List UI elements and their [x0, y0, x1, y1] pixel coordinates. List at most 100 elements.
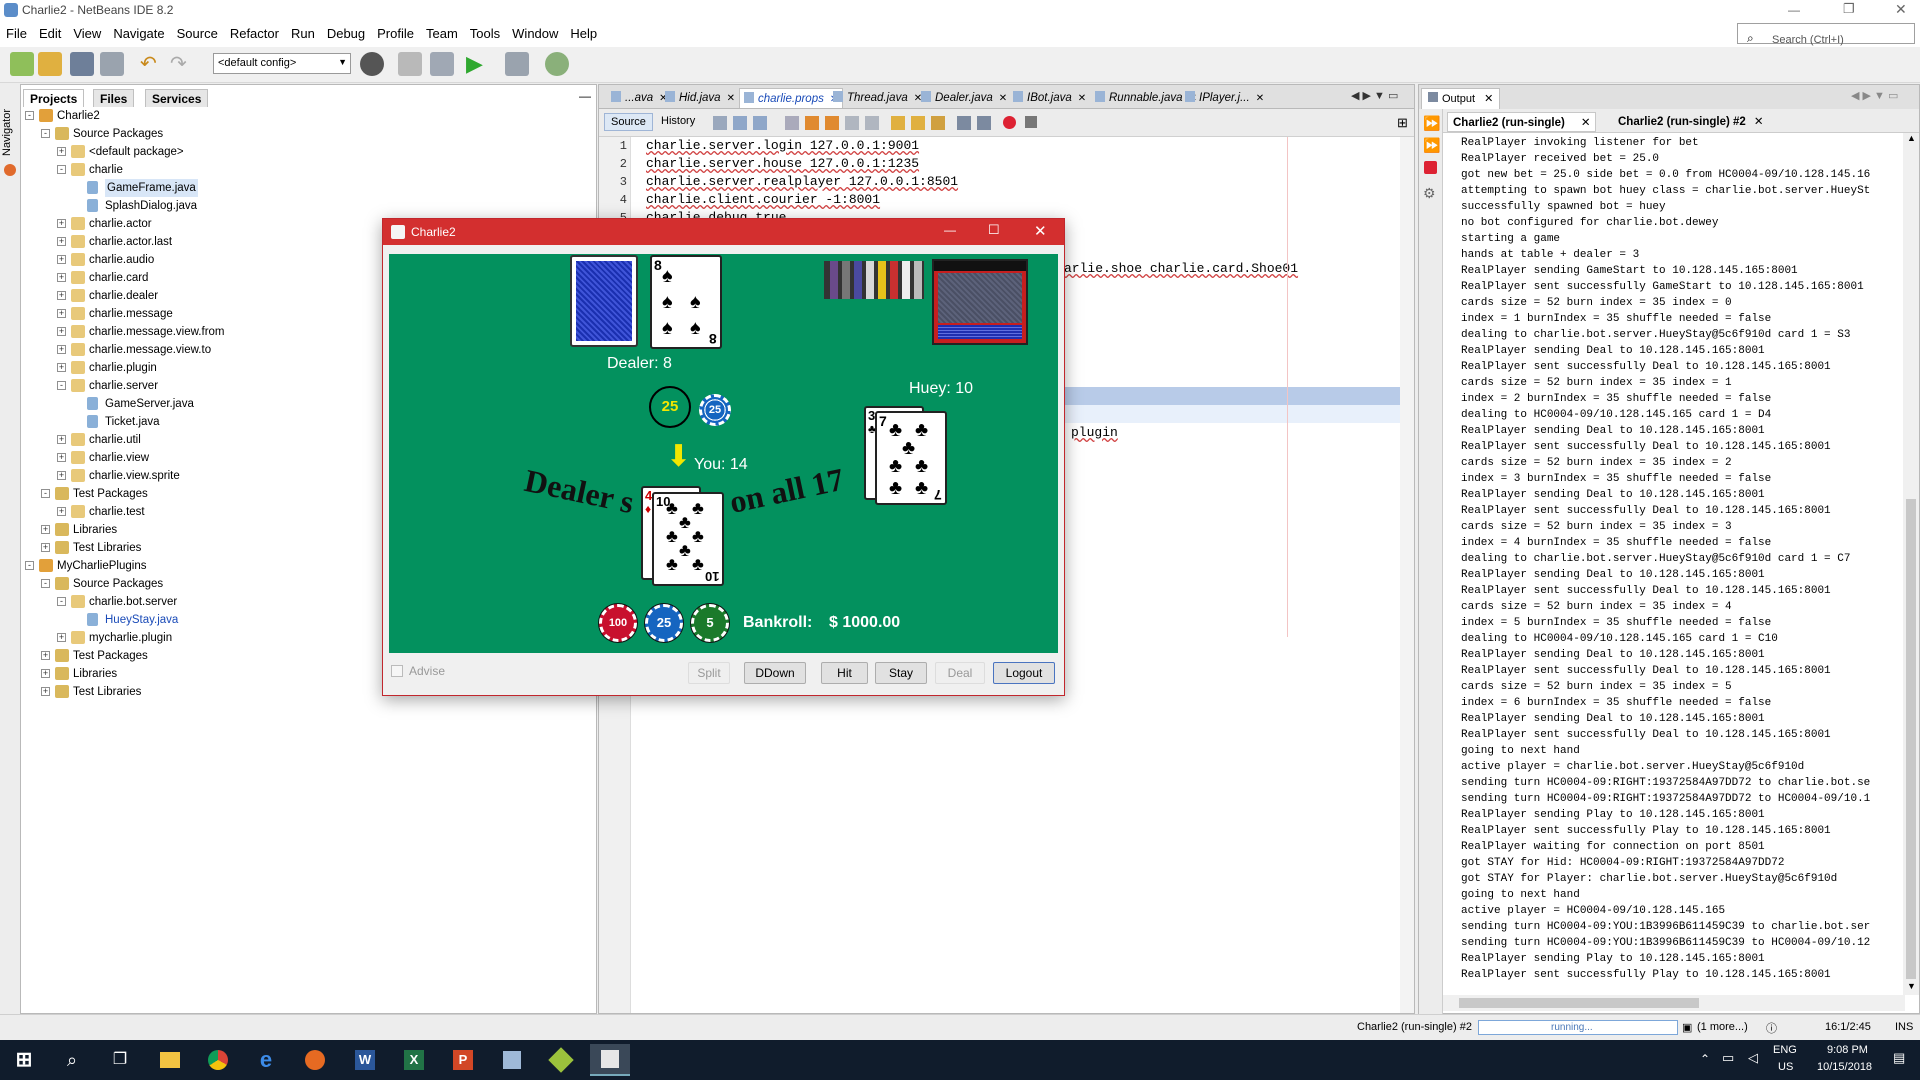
macro-stop-icon[interactable]: [1025, 116, 1037, 128]
status-more[interactable]: (1 more...): [1697, 1021, 1748, 1033]
editor-tab[interactable]: Thread.java ✕: [829, 88, 926, 108]
editor-tab[interactable]: IPlayer.j... ✕: [1181, 88, 1268, 108]
collapse-icon[interactable]: -: [57, 165, 66, 174]
network-icon[interactable]: ▭: [1722, 1050, 1734, 1066]
editor-tab[interactable]: charlie.props✕: [739, 88, 844, 108]
expand-icon[interactable]: +: [57, 507, 66, 516]
scroll-down-icon[interactable]: ▼: [1907, 981, 1916, 991]
debug-icon[interactable]: [505, 52, 529, 76]
menu-source[interactable]: Source: [171, 21, 224, 47]
shift-right-icon[interactable]: [977, 116, 991, 130]
output-console[interactable]: RealPlayer invoking listener for bet Real…: [1461, 135, 1901, 995]
tree-node[interactable]: - Charlie2: [21, 107, 581, 125]
double-down-button[interactable]: DDown: [744, 662, 806, 684]
tree-node[interactable]: + <default package>: [21, 143, 581, 161]
search-box[interactable]: ⌕ Search (Ctrl+I): [1737, 23, 1915, 46]
expand-icon[interactable]: +: [57, 453, 66, 462]
excel-icon[interactable]: X: [394, 1044, 434, 1076]
run-icon[interactable]: ▶: [466, 52, 490, 76]
word-icon[interactable]: W: [345, 1044, 385, 1076]
shift-left-icon[interactable]: [957, 116, 971, 130]
toggle-bookmark-icon[interactable]: [931, 116, 945, 130]
split-editor-icon[interactable]: ⊞: [1397, 115, 1408, 131]
restore-icon[interactable]: ❐: [1843, 1, 1855, 17]
advise-checkbox[interactable]: [391, 665, 403, 677]
output-subtab-run-single-2[interactable]: Charlie2 (run-single) #2 ✕: [1613, 112, 1768, 132]
globe-icon[interactable]: [360, 52, 384, 76]
menu-edit[interactable]: Edit: [33, 21, 67, 47]
close-icon[interactable]: ✕: [1895, 1, 1907, 18]
find-prev-icon[interactable]: [805, 116, 819, 130]
editor-scrollbar[interactable]: [1400, 137, 1414, 1013]
output-scrollbar[interactable]: ▲ ▼: [1903, 133, 1919, 995]
volume-icon[interactable]: ◁: [1748, 1050, 1758, 1066]
firefox-icon[interactable]: [295, 1044, 335, 1076]
expand-icon[interactable]: +: [41, 525, 50, 534]
macro-record-icon[interactable]: [1003, 116, 1016, 129]
chip-25[interactable]: 25: [645, 604, 683, 642]
charlie-maximize-icon[interactable]: ☐: [988, 222, 1000, 238]
expand-icon[interactable]: +: [41, 651, 50, 660]
tray-region[interactable]: US: [1778, 1061, 1793, 1073]
menu-team[interactable]: Team: [420, 21, 464, 47]
tray-time[interactable]: 9:08 PM: [1827, 1044, 1868, 1056]
redo-icon[interactable]: ↷: [170, 52, 194, 76]
menu-run[interactable]: Run: [285, 21, 321, 47]
open-project-icon[interactable]: [70, 52, 94, 76]
collapse-icon[interactable]: -: [41, 579, 50, 588]
rerun-params-icon[interactable]: ⏩: [1423, 137, 1440, 154]
find-icon[interactable]: [785, 116, 799, 130]
file-explorer-icon[interactable]: [150, 1044, 190, 1076]
expand-icon[interactable]: +: [41, 543, 50, 552]
expand-icon[interactable]: +: [57, 309, 66, 318]
forward-icon[interactable]: [753, 116, 767, 130]
split-button[interactable]: Split: [688, 662, 730, 684]
action-center-icon[interactable]: ▤: [1893, 1050, 1905, 1066]
menu-refactor[interactable]: Refactor: [224, 21, 285, 47]
charlie-minimize-icon[interactable]: —: [944, 223, 956, 237]
scroll-up-icon[interactable]: ▲: [1907, 133, 1916, 143]
hscroll-thumb[interactable]: [1459, 998, 1699, 1008]
expand-icon[interactable]: +: [57, 471, 66, 480]
tab-close-icon[interactable]: ✕: [1256, 93, 1264, 104]
menu-debug[interactable]: Debug: [321, 21, 371, 47]
expand-icon[interactable]: +: [57, 435, 66, 444]
tab-close-icon[interactable]: ✕: [999, 93, 1007, 104]
tree-node[interactable]: GameFrame.java: [21, 179, 581, 197]
tab-close-icon[interactable]: ✕: [727, 93, 735, 104]
output-close-icon[interactable]: ✕: [1484, 93, 1493, 105]
expand-icon[interactable]: +: [57, 291, 66, 300]
expand-icon[interactable]: +: [57, 255, 66, 264]
save-all-icon[interactable]: [100, 52, 124, 76]
start-button[interactable]: ⊞: [4, 1044, 44, 1076]
tab-close-icon[interactable]: ✕: [1078, 93, 1086, 104]
tree-node[interactable]: - Source Packages: [21, 125, 581, 143]
logout-button[interactable]: Logout: [993, 662, 1055, 684]
new-project-icon[interactable]: [38, 52, 62, 76]
menu-window[interactable]: Window: [506, 21, 564, 47]
scroll-thumb[interactable]: [1906, 499, 1916, 979]
navigator-tab[interactable]: Navigator: [1, 102, 19, 162]
source-tab[interactable]: Source: [604, 113, 653, 131]
edge-icon[interactable]: e: [246, 1044, 286, 1076]
expand-icon[interactable]: +: [41, 687, 50, 696]
output-subtab-run-single[interactable]: Charlie2 (run-single) ✕: [1447, 112, 1597, 132]
collapse-icon[interactable]: -: [41, 489, 50, 498]
tree-node[interactable]: - charlie: [21, 161, 581, 179]
subtab-close-icon[interactable]: ✕: [1754, 116, 1764, 128]
expand-icon[interactable]: +: [57, 327, 66, 336]
expand-icon[interactable]: +: [57, 633, 66, 642]
tray-lang[interactable]: ENG: [1773, 1044, 1797, 1056]
netbeans-taskbar-icon[interactable]: [541, 1044, 581, 1076]
menu-file[interactable]: File: [0, 21, 33, 47]
tray-up-icon[interactable]: ⌃: [1700, 1052, 1710, 1066]
toggle-rect-icon[interactable]: [865, 116, 879, 130]
expand-icon[interactable]: +: [57, 147, 66, 156]
virtualbox-icon[interactable]: [492, 1044, 532, 1076]
expand-icon[interactable]: +: [57, 237, 66, 246]
editor-tab[interactable]: IBot.java ✕: [1009, 88, 1090, 108]
undo-icon[interactable]: ↶: [140, 52, 164, 76]
profile-icon[interactable]: [545, 52, 569, 76]
tree-node[interactable]: SplashDialog.java: [21, 197, 581, 215]
expand-icon[interactable]: +: [57, 273, 66, 282]
